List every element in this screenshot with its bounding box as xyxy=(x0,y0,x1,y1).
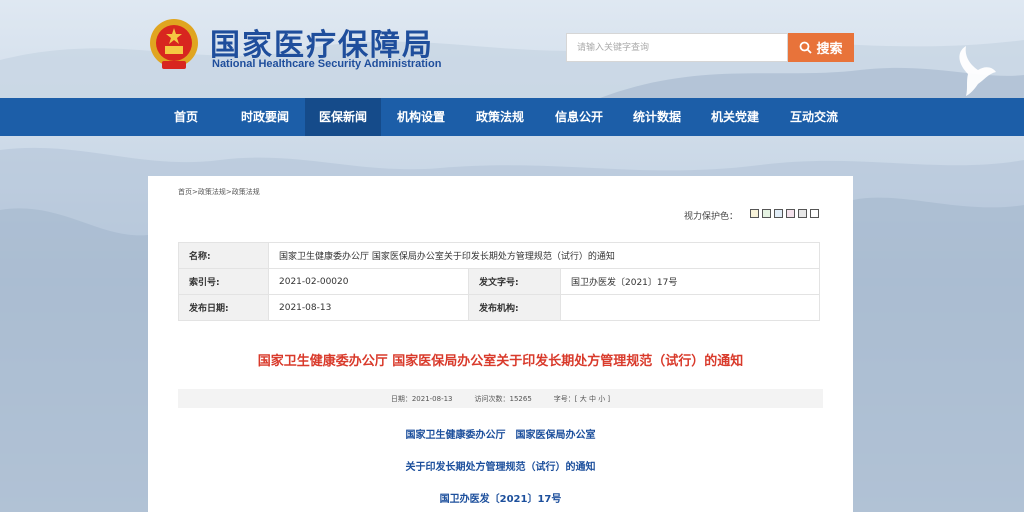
index-value: 2021-02-00020 xyxy=(268,268,469,295)
name-label: 名称: xyxy=(178,242,269,269)
vision-color-swatch-gray[interactable] xyxy=(798,209,807,218)
index-label: 索引号: xyxy=(178,268,269,295)
nav-item-current-affairs[interactable]: 时政要闻 xyxy=(230,98,300,136)
publish-org-value xyxy=(560,294,820,321)
publish-date-label: 发布日期: xyxy=(178,294,269,321)
publish-org-label: 发布机构: xyxy=(468,294,561,321)
search-input[interactable] xyxy=(566,33,788,62)
meta-date: 日期：2021-08-13 xyxy=(390,394,453,403)
nav-item-interaction[interactable]: 互动交流 xyxy=(779,98,849,136)
nav-item-healthcare-news[interactable]: 医保新闻 xyxy=(305,98,381,136)
nav-item-home[interactable]: 首页 xyxy=(160,98,212,136)
vision-color-swatch-white[interactable] xyxy=(810,209,819,218)
content-panel: 首页>政策法规>政策法规 视力保护色： 名称: 国家卫生健康委办公厅 国家医保局… xyxy=(148,176,853,512)
main-navigation: 首页 时政要闻 医保新闻 机构设置 政策法规 信息公开 统计数据 机关党建 互动… xyxy=(0,98,1024,136)
search-button[interactable]: 搜索 xyxy=(788,33,854,62)
vision-color-swatch-green[interactable] xyxy=(762,209,771,218)
breadcrumb[interactable]: 首页>政策法规>政策法规 xyxy=(178,187,260,197)
search-icon xyxy=(800,41,813,54)
search-button-label: 搜索 xyxy=(816,42,843,57)
meta-font-size[interactable]: 字号：[ 大 中 小 ] xyxy=(554,394,610,404)
vision-color-swatch-yellow[interactable] xyxy=(750,209,759,218)
body-line-subject: 关于印发长期处方管理规范（试行）的通知 xyxy=(405,462,596,473)
vision-protection-label: 视力保护色： xyxy=(684,212,739,222)
meta-visits: 访问次数：15265 xyxy=(474,394,532,403)
nav-item-statistics[interactable]: 统计数据 xyxy=(622,98,692,136)
doc-number-label: 发文字号: xyxy=(468,268,561,295)
body-line-doc-number: 国卫办医发〔2021〕17号 xyxy=(439,494,562,505)
body-line-issuers: 国家卫生健康委办公厅 国家医保局办公室 xyxy=(405,430,596,441)
document-info-table: 名称: 国家卫生健康委办公厅 国家医保局办公室关于印发长期处方管理规范（试行）的… xyxy=(178,242,820,321)
nav-item-party-building[interactable]: 机关党建 xyxy=(700,98,770,136)
dove-icon xyxy=(959,46,996,96)
article-meta-bar: 日期：2021-08-13 访问次数：15265 字号：[ 大 中 小 ] xyxy=(178,389,823,408)
publish-date-value: 2021-08-13 xyxy=(268,294,469,321)
name-value: 国家卫生健康委办公厅 国家医保局办公室关于印发长期处方管理规范（试行）的通知 xyxy=(268,242,820,269)
nav-item-policies[interactable]: 政策法规 xyxy=(465,98,535,136)
site-title-en: National Healthcare Security Administrat… xyxy=(212,58,442,70)
national-emblem-icon[interactable] xyxy=(148,17,200,73)
article-title: 国家卫生健康委办公厅 国家医保局办公室关于印发长期处方管理规范（试行）的通知 xyxy=(257,354,744,369)
vision-color-swatch-pink[interactable] xyxy=(786,209,795,218)
doc-number-value: 国卫办医发〔2021〕17号 xyxy=(560,268,820,295)
site-header: 国家医疗保障局 National Healthcare Security Adm… xyxy=(0,0,1024,98)
vision-color-swatch-blue[interactable] xyxy=(774,209,783,218)
nav-item-organization[interactable]: 机构设置 xyxy=(386,98,456,136)
nav-item-info-disclosure[interactable]: 信息公开 xyxy=(544,98,614,136)
